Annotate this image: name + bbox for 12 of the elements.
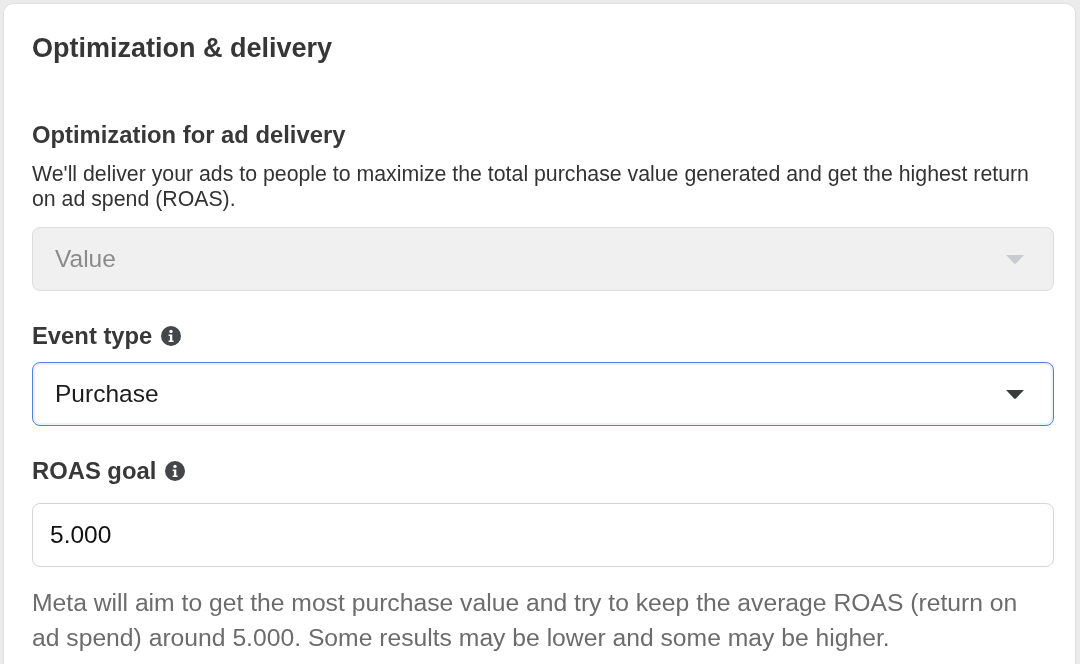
field-label: ROAS goal — [32, 457, 157, 485]
field-label: Event type — [32, 322, 153, 350]
section-title: Optimization & delivery — [32, 32, 334, 64]
caret-icon — [1006, 389, 1024, 399]
field-description: We'll deliver your ads to people to maximize the total purchase value generated and get the highest return on ad spend (ROAS). — [32, 162, 1030, 212]
field-label: Optimization for ad delivery — [32, 121, 346, 149]
info-icon[interactable] — [165, 461, 186, 481]
help-text: Meta will aim to get the most purchase value and try to keep the average ROAS (return on ad spend) around 5.000. Some results may be lower and some may be higher. — [32, 588, 1019, 653]
dropdown-select[interactable]: Purchase — [32, 362, 1054, 426]
caret-icon — [1006, 254, 1024, 264]
info-icon[interactable] — [161, 326, 182, 346]
number-input[interactable]: 5.000 — [32, 503, 1054, 567]
